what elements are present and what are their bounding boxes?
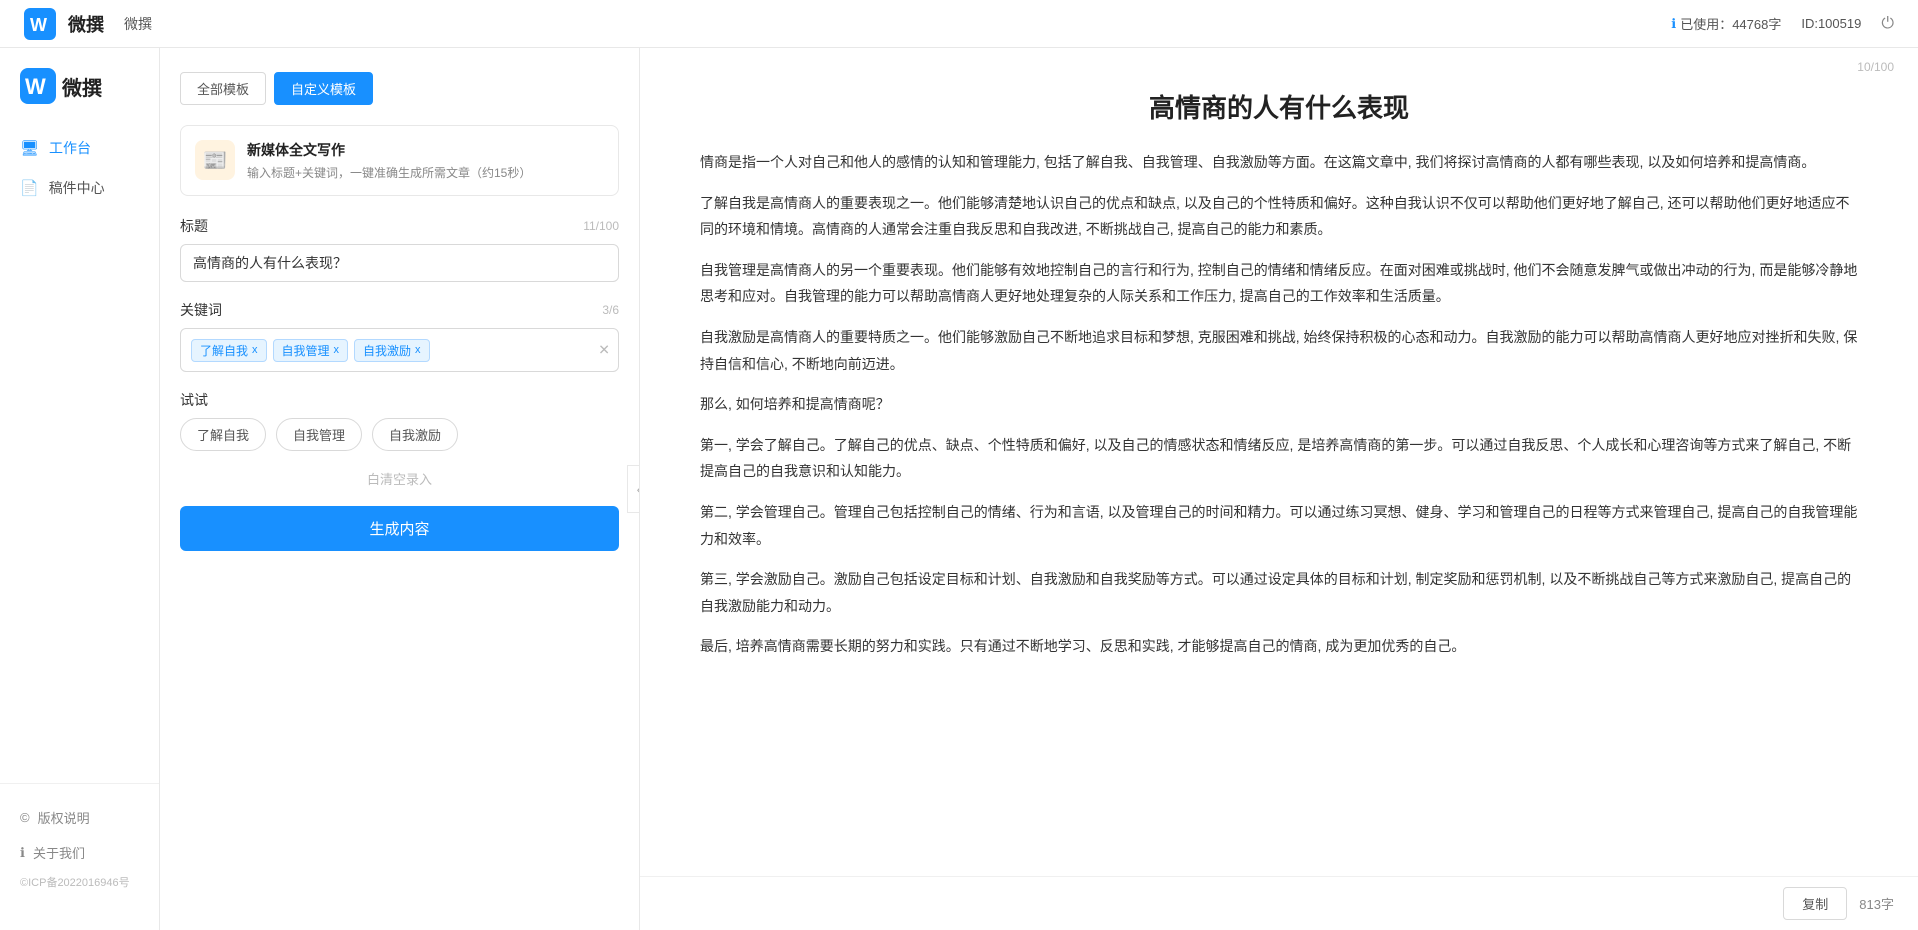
keywords-label: 关键词 [180,300,222,320]
preview-paragraph: 第二, 学会管理自己。管理自己包括控制自己的情绪、行为和言语, 以及管理自己的时… [700,499,1858,552]
keywords-clear-icon[interactable]: ✕ [598,342,610,359]
demo-tag-1[interactable]: 了解自我 [180,418,266,451]
keyword-tag-2-remove[interactable]: x [334,344,340,356]
keyword-tag-1-remove[interactable]: x [252,344,258,356]
usage-text: 已使用：44768字 [1680,14,1781,33]
preview-paragraph: 第一, 学会了解自己。了解自己的优点、缺点、个性特质和偏好, 以及自己的情感状态… [700,432,1858,485]
template-card-icon: 📰 [195,140,235,180]
generate-button[interactable]: 生成内容 [180,506,619,551]
header-logo-text: 微撰 [68,11,104,37]
icp-text: ©ICP备2022016946号 [0,870,159,894]
keyword-tag-1-text: 了解自我 [200,342,248,359]
sidebar-logo-icon: W [20,68,56,104]
power-icon[interactable]: ⏻ [1881,15,1894,33]
preview-paragraph: 第三, 学会激励自己。激励自己包括设定目标和计划、自我激励和自我奖励等方式。可以… [700,566,1858,619]
keywords-label-row: 关键词 3/6 [180,300,619,320]
demo-tags: 了解自我 自我管理 自我激励 [180,418,619,451]
template-card-desc: 输入标题+关键词，一键准确生成所需文章（约15秒） [247,164,604,181]
title-counter: 11/100 [583,219,619,233]
clear-prompt[interactable]: 白清空录入 [180,469,619,488]
about-icon: ℹ [20,845,25,861]
keywords-section: 关键词 3/6 了解自我 x 自我管理 x 自我激励 x [180,300,619,372]
header-right: ℹ 已使用：44768字 ID:100519 ⏻ [1671,14,1894,33]
drafts-icon: 📄 [20,179,39,197]
sidebar-item-workspace[interactable]: 🖥 工作台 [0,128,159,168]
sidebar-logo-text: 微撰 [62,72,102,101]
collapse-handle[interactable]: ‹ [627,465,640,513]
copyright-label: 版权说明 [38,808,90,827]
title-section: 标题 11/100 [180,216,619,282]
keywords-box[interactable]: 了解自我 x 自我管理 x 自我激励 x ✕ [180,328,619,372]
title-label: 标题 [180,216,208,236]
template-icon-symbol: 📰 [203,148,228,173]
left-panel: 全部模板 自定义模板 📰 新媒体全文写作 输入标题+关键词，一键准确生成所需文章… [160,48,640,930]
preview-paragraph: 自我激励是高情商人的重要特质之一。他们能够激励自己不断地追求目标和梦想, 克服困… [700,324,1858,377]
demo-section: 试试 了解自我 自我管理 自我激励 [180,390,619,451]
preview-paragraph: 那么, 如何培养和提高情商呢？ [700,391,1858,418]
preview-title: 高情商的人有什么表现 [700,88,1858,125]
header-usage: ℹ 已使用：44768字 [1671,14,1781,33]
title-label-row: 标题 11/100 [180,216,619,236]
header-left: W 微撰 微撰 [24,8,152,40]
demo-tag-3[interactable]: 自我激励 [372,418,458,451]
keyword-tag-2-text: 自我管理 [282,342,330,359]
svg-text:W: W [30,15,47,35]
keyword-tag-1[interactable]: 了解自我 x [191,339,267,362]
sidebar-logo: W 微撰 [0,68,159,128]
copy-button[interactable]: 复制 [1783,887,1847,920]
sidebar-item-drafts[interactable]: 📄 稿件中心 [0,168,159,208]
title-input[interactable] [180,244,619,282]
demo-tag-2[interactable]: 自我管理 [276,418,362,451]
preview-paragraph: 了解自我是高情商人的重要表现之一。他们能够清楚地认识自己的优点和缺点, 以及自己… [700,190,1858,243]
demo-label: 试试 [180,390,619,410]
preview-body: 情商是指一个人对自己和他人的感情的认知和管理能力, 包括了解自我、自我管理、自我… [700,149,1858,660]
preview-paragraph: 自我管理是高情商人的另一个重要表现。他们能够有效地控制自己的言行和行为, 控制自… [700,257,1858,310]
keyword-tag-2[interactable]: 自我管理 x [273,339,349,362]
preview-paragraph: 情商是指一个人对自己和他人的感情的认知和管理能力, 包括了解自我、自我管理、自我… [700,149,1858,176]
svg-text:W: W [25,74,46,99]
sidebar-footer: © 版权说明 ℹ 关于我们 ©ICP备2022016946号 [0,783,159,910]
sidebar-nav: 🖥 工作台 📄 稿件中心 [0,128,159,783]
preview-paragraph: 最后, 培养高情商需要长期的努力和实践。只有通过不断地学习、反思和实践, 才能够… [700,633,1858,660]
sidebar-item-label-drafts: 稿件中心 [49,178,105,198]
header: W 微撰 微撰 ℹ 已使用：44768字 ID:100519 ⏻ [0,0,1918,48]
sidebar-item-copyright[interactable]: © 版权说明 [0,800,159,835]
preview-bottom-bar: 复制 813字 [640,876,1918,930]
template-card-info: 新媒体全文写作 输入标题+关键词，一键准确生成所需文章（约15秒） [247,140,604,181]
about-label: 关于我们 [33,843,85,862]
header-app-name: 微撰 [124,14,152,34]
right-panel: 10/100 高情商的人有什么表现 情商是指一个人对自己和他人的感情的认知和管理… [640,48,1918,930]
sidebar-item-about[interactable]: ℹ 关于我们 [0,835,159,870]
copyright-icon: © [20,810,30,825]
keywords-counter: 3/6 [602,303,619,317]
keyword-tag-3[interactable]: 自我激励 x [354,339,430,362]
preview-counter: 10/100 [1857,60,1894,74]
template-card-title: 新媒体全文写作 [247,140,604,160]
sidebar: W 微撰 🖥 工作台 📄 稿件中心 © 版权说明 ℹ 关于我们 ©ICP备 [0,48,160,930]
word-count: 813字 [1859,894,1894,913]
content-area: 全部模板 自定义模板 📰 新媒体全文写作 输入标题+关键词，一键准确生成所需文章… [160,48,1918,930]
usage-icon: ℹ [1671,16,1676,32]
template-tabs: 全部模板 自定义模板 [180,72,619,105]
workspace-icon: 🖥 [20,139,39,157]
main-layout: W 微撰 🖥 工作台 📄 稿件中心 © 版权说明 ℹ 关于我们 ©ICP备 [0,48,1918,930]
tab-custom[interactable]: 自定义模板 [274,72,373,105]
logo-icon: W [24,8,56,40]
keyword-tag-3-text: 自我激励 [363,342,411,359]
tab-all[interactable]: 全部模板 [180,72,266,105]
keyword-tag-3-remove[interactable]: x [415,344,421,356]
template-card[interactable]: 📰 新媒体全文写作 输入标题+关键词，一键准确生成所需文章（约15秒） [180,125,619,196]
header-id: ID:100519 [1801,16,1861,31]
sidebar-item-label-workspace: 工作台 [49,138,91,158]
